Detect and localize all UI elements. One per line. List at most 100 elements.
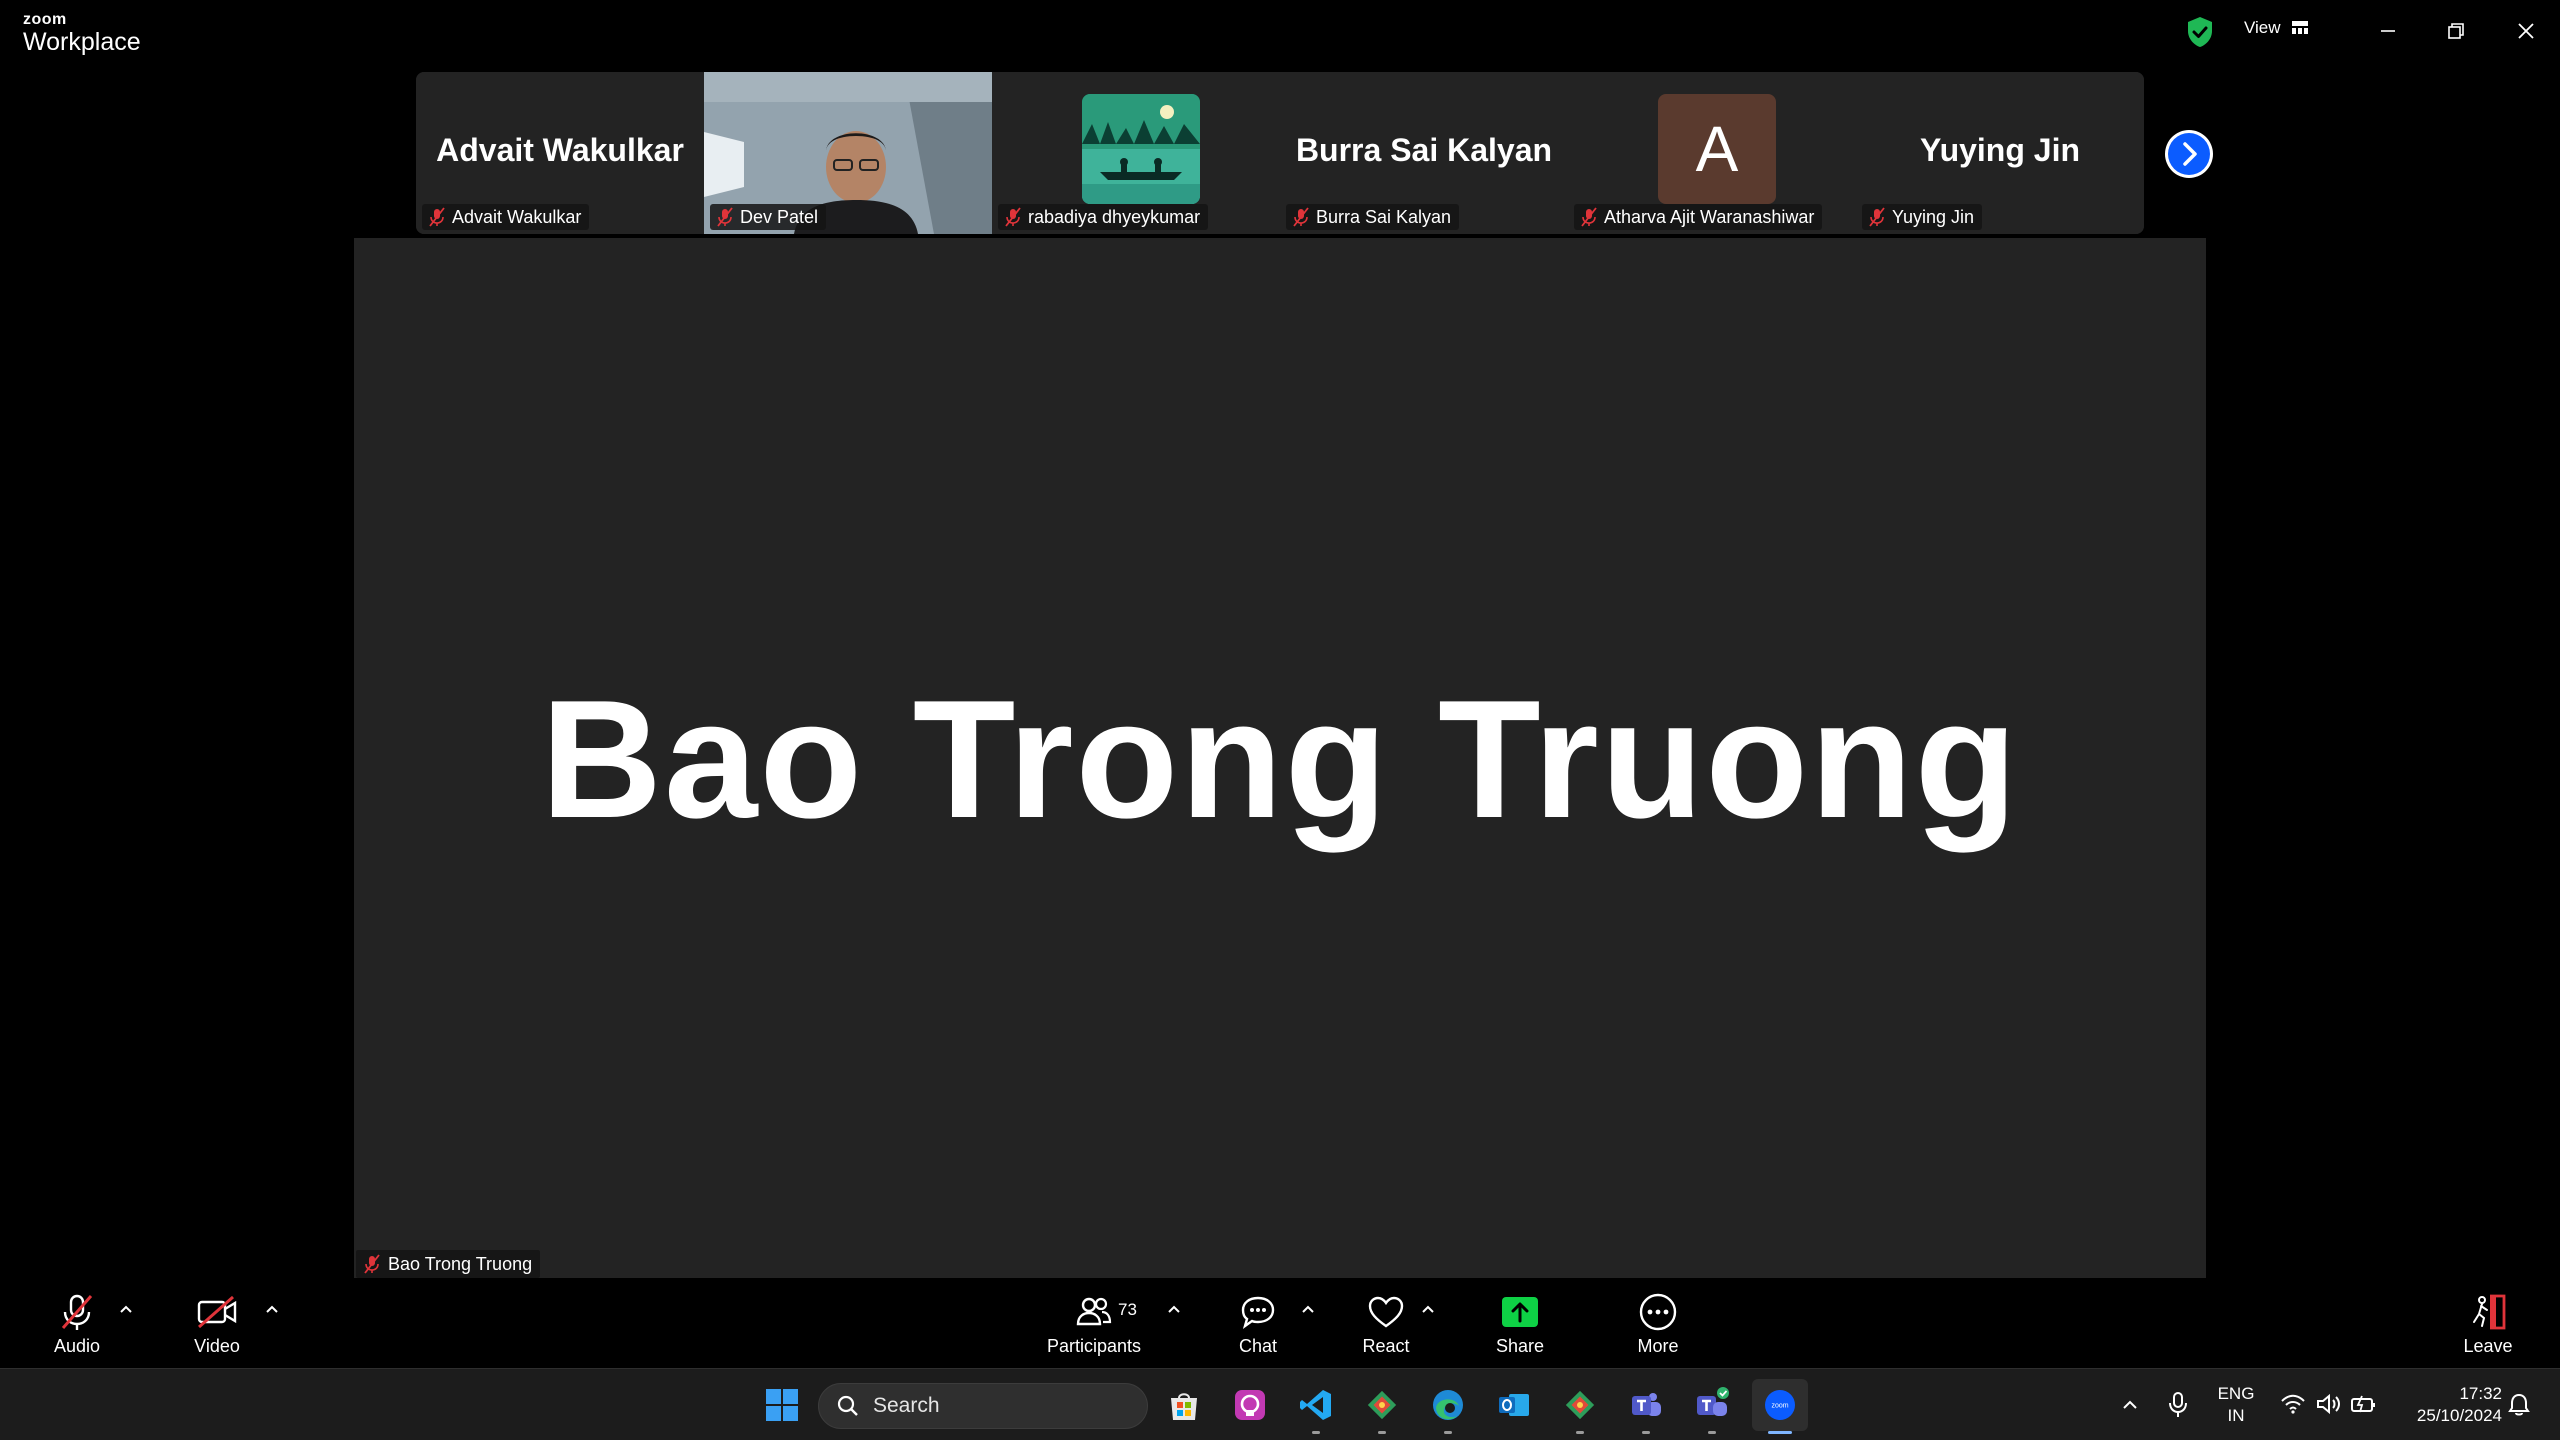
participants-icon bbox=[1076, 1297, 1112, 1326]
participant-name-label: Dev Patel bbox=[710, 204, 827, 230]
view-label: View bbox=[2244, 18, 2281, 37]
running-indicator bbox=[1444, 1431, 1452, 1434]
muted-microphone-icon bbox=[61, 1294, 93, 1330]
share-button[interactable]: Share bbox=[1470, 1290, 1570, 1357]
participant-tile[interactable]: A Atharva Ajit Waranashiwar bbox=[1568, 72, 1856, 234]
share-screen-icon bbox=[1502, 1297, 1538, 1327]
purple-app-icon bbox=[1235, 1390, 1265, 1420]
notification-bell-icon[interactable] bbox=[2508, 1393, 2530, 1417]
battery-charging-icon[interactable] bbox=[2350, 1393, 2378, 1415]
windows-logo-icon bbox=[766, 1389, 798, 1421]
muted-mic-icon bbox=[1293, 207, 1309, 227]
participant-name-label: Yuying Jin bbox=[1862, 204, 1983, 230]
grid-icon bbox=[2291, 21, 2308, 34]
language-code: ENG bbox=[2217, 1384, 2255, 1403]
more-label: More bbox=[1637, 1336, 1679, 1356]
participants-options-caret-icon[interactable] bbox=[1166, 1302, 1182, 1318]
muted-mic-icon bbox=[1005, 207, 1021, 227]
active-speaker-view: Bao Trong Truong Bao Trong Truong bbox=[354, 238, 2206, 1278]
muted-mic-icon bbox=[364, 1254, 380, 1274]
active-indicator bbox=[1768, 1431, 1792, 1434]
diamond-tool-icon bbox=[1367, 1390, 1397, 1420]
profile-picture bbox=[1082, 94, 1200, 204]
muted-mic-icon bbox=[1869, 207, 1885, 227]
taskbar-outlook-button[interactable] bbox=[1494, 1385, 1534, 1425]
microphone-in-use-icon[interactable] bbox=[2168, 1391, 2188, 1419]
close-button[interactable] bbox=[2506, 14, 2546, 48]
react-options-caret-icon[interactable] bbox=[1420, 1302, 1436, 1318]
restore-button[interactable] bbox=[2436, 14, 2476, 48]
chat-label: Chat bbox=[1238, 1336, 1278, 1356]
close-icon bbox=[2518, 23, 2534, 39]
next-page-button[interactable] bbox=[2165, 130, 2213, 178]
heart-icon bbox=[1368, 1296, 1404, 1328]
outlook-icon bbox=[1499, 1394, 1529, 1416]
participant-name: Burra Sai Kalyan bbox=[1316, 207, 1452, 227]
participant-name: Dev Patel bbox=[740, 207, 819, 227]
taskbar-teams-work-button[interactable] bbox=[1692, 1385, 1732, 1425]
chevron-right-icon bbox=[2168, 133, 2210, 175]
participant-name-label: rabadiya dhyeykumar bbox=[998, 204, 1209, 230]
vscode-icon bbox=[1300, 1390, 1331, 1420]
chat-options-caret-icon[interactable] bbox=[1300, 1302, 1316, 1318]
share-label: Share bbox=[1495, 1336, 1545, 1356]
taskbar-tool-button-2[interactable] bbox=[1560, 1385, 1600, 1425]
taskbar-app-button[interactable] bbox=[1230, 1385, 1270, 1425]
participant-video-tile[interactable]: Dev Patel bbox=[704, 72, 992, 234]
video-options-caret-icon[interactable] bbox=[264, 1302, 280, 1318]
taskbar-store-button[interactable] bbox=[1164, 1385, 1204, 1425]
canoe-landscape-image bbox=[1082, 94, 1200, 204]
participant-name: Advait Wakulkar bbox=[452, 207, 582, 227]
show-hidden-icons-chevron-icon[interactable] bbox=[2120, 1395, 2140, 1415]
view-button[interactable]: View bbox=[2244, 18, 2309, 38]
muted-mic-icon bbox=[429, 207, 445, 227]
clock-time: 17:32 bbox=[2459, 1384, 2502, 1403]
volume-icon[interactable] bbox=[2316, 1393, 2342, 1415]
participant-name-label: Advait Wakulkar bbox=[422, 204, 590, 230]
meeting-toolbar: Audio Video Participants 73 Chat React S… bbox=[0, 1280, 2560, 1368]
windows-taskbar: Search zoom ENG IN 17:32 25/10/2024 bbox=[0, 1368, 2560, 1440]
video-button[interactable]: Video bbox=[167, 1290, 267, 1357]
more-button[interactable]: More bbox=[1608, 1290, 1708, 1357]
participant-display-name: Burra Sai Kalyan bbox=[1295, 132, 1553, 168]
participants-count: 73 bbox=[1118, 1300, 1137, 1319]
language-region: IN bbox=[2227, 1406, 2245, 1425]
audio-label: Audio bbox=[53, 1336, 101, 1356]
more-dots-icon bbox=[1639, 1293, 1677, 1331]
minimize-button[interactable] bbox=[2368, 14, 2408, 48]
running-indicator bbox=[1576, 1431, 1584, 1434]
participant-tile[interactable]: rabadiya dhyeykumar bbox=[992, 72, 1280, 234]
taskbar-edge-button[interactable] bbox=[1428, 1385, 1468, 1425]
participant-display-name: Yuying Jin bbox=[1919, 132, 2081, 168]
taskbar-teams-button[interactable] bbox=[1626, 1385, 1666, 1425]
participant-name-label: Atharva Ajit Waranashiwar bbox=[1574, 204, 1823, 230]
participant-tile[interactable]: Yuying Jin Yuying Jin bbox=[1856, 72, 2144, 234]
react-button[interactable]: React bbox=[1336, 1290, 1436, 1357]
svg-text:zoom: zoom bbox=[1771, 1403, 1788, 1410]
leave-button[interactable]: Leave bbox=[2438, 1290, 2538, 1357]
audio-options-caret-icon[interactable] bbox=[118, 1302, 134, 1318]
wifi-icon[interactable] bbox=[2280, 1393, 2306, 1415]
encryption-shield-icon[interactable] bbox=[2186, 16, 2214, 48]
input-language-indicator[interactable]: ENG IN bbox=[2206, 1383, 2266, 1427]
audio-button[interactable]: Audio bbox=[27, 1290, 127, 1357]
start-button[interactable] bbox=[762, 1385, 802, 1425]
clock[interactable]: 17:32 25/10/2024 bbox=[2392, 1383, 2502, 1427]
participants-label: Participants bbox=[1046, 1336, 1142, 1356]
participant-tile[interactable]: Advait Wakulkar Advait Wakulkar bbox=[416, 72, 704, 234]
taskbar-vscode-button[interactable] bbox=[1296, 1385, 1336, 1425]
taskbar-search-box[interactable]: Search bbox=[818, 1383, 1148, 1429]
participant-tile[interactable]: Burra Sai Kalyan Burra Sai Kalyan bbox=[1280, 72, 1568, 234]
chat-icon bbox=[1241, 1296, 1275, 1329]
app-logo: zoom Workplace bbox=[23, 12, 141, 55]
search-icon bbox=[837, 1395, 858, 1416]
taskbar-zoom-button[interactable]: zoom bbox=[1752, 1379, 1808, 1431]
video-off-icon bbox=[197, 1295, 237, 1329]
taskbar-tool-button[interactable] bbox=[1362, 1385, 1402, 1425]
search-placeholder: Search bbox=[873, 1394, 940, 1417]
diamond-tool-icon-2 bbox=[1565, 1390, 1595, 1420]
leave-door-icon bbox=[2473, 1294, 2506, 1330]
chat-button[interactable]: Chat bbox=[1208, 1290, 1308, 1357]
participant-display-name: Advait Wakulkar bbox=[436, 132, 684, 168]
edge-browser-icon bbox=[1433, 1390, 1463, 1420]
